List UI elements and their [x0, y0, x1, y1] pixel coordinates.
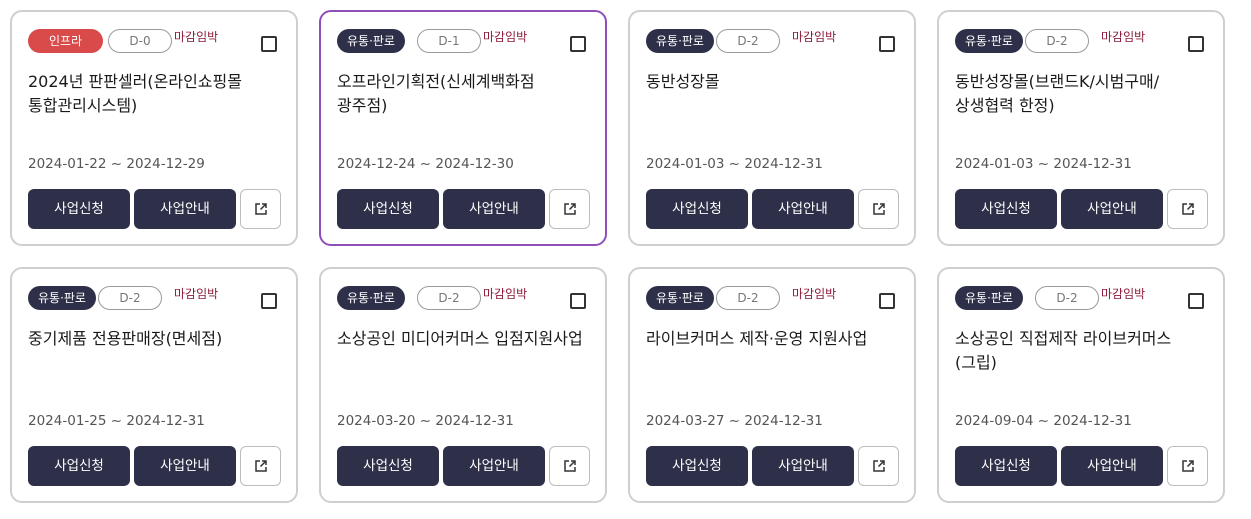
- guide-button[interactable]: 사업안내: [134, 189, 236, 229]
- category-badge: 인프라: [28, 29, 103, 53]
- apply-button[interactable]: 사업신청: [646, 189, 748, 229]
- program-title[interactable]: 동반성장몰: [646, 70, 892, 94]
- dday-badge: D-0: [108, 29, 172, 53]
- select-checkbox[interactable]: [879, 36, 895, 52]
- category-badge: 유통·판로: [646, 29, 714, 53]
- apply-button[interactable]: 사업신청: [28, 189, 130, 229]
- external-link-button[interactable]: [549, 189, 590, 229]
- external-link-button[interactable]: [858, 446, 899, 486]
- deadline-badge: 마감임박: [483, 287, 528, 301]
- program-card[interactable]: 유통·판로 D-2 마감임박 라이브커머스 제작·운영 지원사업 2024-03…: [628, 267, 916, 503]
- guide-button[interactable]: 사업안내: [752, 189, 854, 229]
- dday-badge: D-2: [716, 29, 780, 53]
- program-period: 2024-01-03 ~ 2024-12-31: [955, 156, 1132, 172]
- program-title[interactable]: 오프라인기획전(신세계백화점 광주점): [337, 70, 583, 118]
- dday-badge: D-2: [716, 286, 780, 310]
- program-title[interactable]: 소상공인 미디어커머스 입점지원사업: [337, 327, 583, 351]
- apply-button[interactable]: 사업신청: [955, 189, 1057, 229]
- program-card[interactable]: 유통·판로 D-2 마감임박 소상공인 직접제작 라이브커머스(그립) 2024…: [937, 267, 1225, 503]
- dday-badge: D-2: [98, 286, 162, 310]
- program-period: 2024-03-27 ~ 2024-12-31: [646, 413, 823, 429]
- external-link-icon: [1181, 460, 1194, 472]
- apply-button[interactable]: 사업신청: [646, 446, 748, 486]
- guide-button[interactable]: 사업안내: [443, 189, 545, 229]
- program-card[interactable]: 유통·판로 D-1 마감임박 오프라인기획전(신세계백화점 광주점) 2024-…: [319, 10, 607, 246]
- external-link-icon: [563, 460, 576, 472]
- external-link-button[interactable]: [549, 446, 590, 486]
- category-badge: 유통·판로: [955, 29, 1023, 53]
- external-link-button[interactable]: [1167, 446, 1208, 486]
- program-title[interactable]: 소상공인 직접제작 라이브커머스(그립): [955, 327, 1201, 375]
- program-period: 2024-03-20 ~ 2024-12-31: [337, 413, 514, 429]
- guide-button[interactable]: 사업안내: [134, 446, 236, 486]
- apply-button[interactable]: 사업신청: [337, 446, 439, 486]
- external-link-button[interactable]: [858, 189, 899, 229]
- category-badge: 유통·판로: [337, 29, 405, 53]
- select-checkbox[interactable]: [261, 293, 277, 309]
- guide-button[interactable]: 사업안내: [1061, 189, 1163, 229]
- program-card[interactable]: 유통·판로 D-2 마감임박 소상공인 미디어커머스 입점지원사업 2024-0…: [319, 267, 607, 503]
- apply-button[interactable]: 사업신청: [28, 446, 130, 486]
- select-checkbox[interactable]: [1188, 36, 1204, 52]
- apply-button[interactable]: 사업신청: [955, 446, 1057, 486]
- external-link-icon: [254, 460, 267, 472]
- program-title[interactable]: 라이브커머스 제작·운영 지원사업: [646, 327, 892, 351]
- deadline-badge: 마감임박: [1101, 287, 1146, 301]
- select-checkbox[interactable]: [261, 36, 277, 52]
- guide-button[interactable]: 사업안내: [443, 446, 545, 486]
- dday-badge: D-1: [417, 29, 481, 53]
- program-title[interactable]: 중기제품 전용판매장(면세점): [28, 327, 274, 351]
- external-link-button[interactable]: [1167, 189, 1208, 229]
- select-checkbox[interactable]: [570, 293, 586, 309]
- select-checkbox[interactable]: [879, 293, 895, 309]
- deadline-badge: 마감임박: [1101, 30, 1146, 44]
- program-card[interactable]: 유통·판로 D-2 마감임박 동반성장몰(브랜드K/시범구매/상생협력 한정) …: [937, 10, 1225, 246]
- program-card[interactable]: 유통·판로 D-2 마감임박 중기제품 전용판매장(면세점) 2024-01-2…: [10, 267, 298, 503]
- apply-button[interactable]: 사업신청: [337, 189, 439, 229]
- program-period: 2024-12-24 ~ 2024-12-30: [337, 156, 514, 172]
- deadline-badge: 마감임박: [792, 30, 837, 44]
- dday-badge: D-2: [417, 286, 481, 310]
- program-card[interactable]: 유통·판로 D-2 마감임박 동반성장몰 2024-01-03 ~ 2024-1…: [628, 10, 916, 246]
- category-badge: 유통·판로: [337, 286, 405, 310]
- guide-button[interactable]: 사업안내: [752, 446, 854, 486]
- deadline-badge: 마감임박: [792, 287, 837, 301]
- program-period: 2024-01-22 ~ 2024-12-29: [28, 156, 205, 172]
- external-link-icon: [872, 460, 885, 472]
- external-link-button[interactable]: [240, 446, 281, 486]
- deadline-badge: 마감임박: [483, 30, 528, 44]
- category-badge: 유통·판로: [646, 286, 714, 310]
- program-card[interactable]: 인프라 D-0 마감임박 2024년 판판셀러(온라인쇼핑몰 통합관리시스템) …: [10, 10, 298, 246]
- program-period: 2024-09-04 ~ 2024-12-31: [955, 413, 1132, 429]
- external-link-icon: [872, 203, 885, 215]
- deadline-badge: 마감임박: [174, 287, 219, 301]
- external-link-icon: [1181, 203, 1194, 215]
- external-link-icon: [563, 203, 576, 215]
- program-title[interactable]: 2024년 판판셀러(온라인쇼핑몰 통합관리시스템): [28, 70, 274, 118]
- program-title[interactable]: 동반성장몰(브랜드K/시범구매/상생협력 한정): [955, 70, 1201, 118]
- external-link-button[interactable]: [240, 189, 281, 229]
- select-checkbox[interactable]: [570, 36, 586, 52]
- select-checkbox[interactable]: [1188, 293, 1204, 309]
- program-card-grid: 인프라 D-0 마감임박 2024년 판판셀러(온라인쇼핑몰 통합관리시스템) …: [0, 0, 1251, 519]
- dday-badge: D-2: [1025, 29, 1089, 53]
- external-link-icon: [254, 203, 267, 215]
- category-badge: 유통·판로: [28, 286, 96, 310]
- category-badge: 유통·판로: [955, 286, 1023, 310]
- program-period: 2024-01-03 ~ 2024-12-31: [646, 156, 823, 172]
- guide-button[interactable]: 사업안내: [1061, 446, 1163, 486]
- program-period: 2024-01-25 ~ 2024-12-31: [28, 413, 205, 429]
- dday-badge: D-2: [1035, 286, 1099, 310]
- deadline-badge: 마감임박: [174, 30, 219, 44]
